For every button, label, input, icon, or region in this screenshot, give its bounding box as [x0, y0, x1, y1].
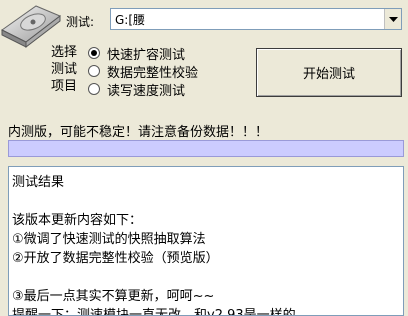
radio-quick-capacity-test[interactable]: 快速扩容测试: [88, 44, 198, 63]
results-line: 该版本更新内容如下：: [12, 213, 143, 228]
results-line: ③最后一点其实不算更新，呵呵~~: [12, 289, 215, 304]
chevron-down-icon[interactable]: [384, 9, 401, 29]
radio-read-write-speed-test[interactable]: 读写速度测试: [88, 80, 198, 99]
results-line: ②开放了数据完整性校验（预览版）: [12, 251, 219, 266]
drive-select[interactable]: G:[腰: [110, 8, 402, 30]
beta-warning: 内测版，可能不稳定！请注意备份数据！！！: [8, 125, 269, 140]
radio-label: 快速扩容测试: [107, 47, 186, 63]
radio-data-integrity-check[interactable]: 数据完整性校验: [88, 62, 199, 81]
progress-bar: [8, 140, 404, 157]
results-line: ①微调了快速测试的快照抽取算法: [12, 232, 206, 247]
radio-label: 数据完整性校验: [107, 65, 199, 81]
radio-button[interactable]: [88, 83, 100, 95]
radio-button[interactable]: [88, 65, 100, 77]
radio-label: 读写速度测试: [107, 83, 186, 99]
results-textarea[interactable]: 测试结果 该版本更新内容如下： ①微调了快速测试的快照抽取算法 ②开放了数据完整…: [8, 166, 404, 316]
test-mode-label: 选择 测试 项目: [50, 45, 77, 94]
test-mode-radio-group: 快速扩容测试 数据完整性校验 读写速度测试: [88, 44, 199, 99]
drive-select-value: G:[腰: [115, 12, 146, 27]
drive-label: 测试:: [66, 15, 95, 29]
results-line: 测试结果: [12, 175, 65, 190]
hard-disk-icon: [1, 5, 61, 48]
results-line: [12, 268, 401, 287]
results-line: 提醒一下：测速模块一直无改，和v2.93是一样的: [12, 308, 296, 316]
results-line: [12, 192, 401, 211]
start-test-button[interactable]: 开始测试: [256, 48, 402, 97]
radio-button[interactable]: [88, 47, 100, 59]
